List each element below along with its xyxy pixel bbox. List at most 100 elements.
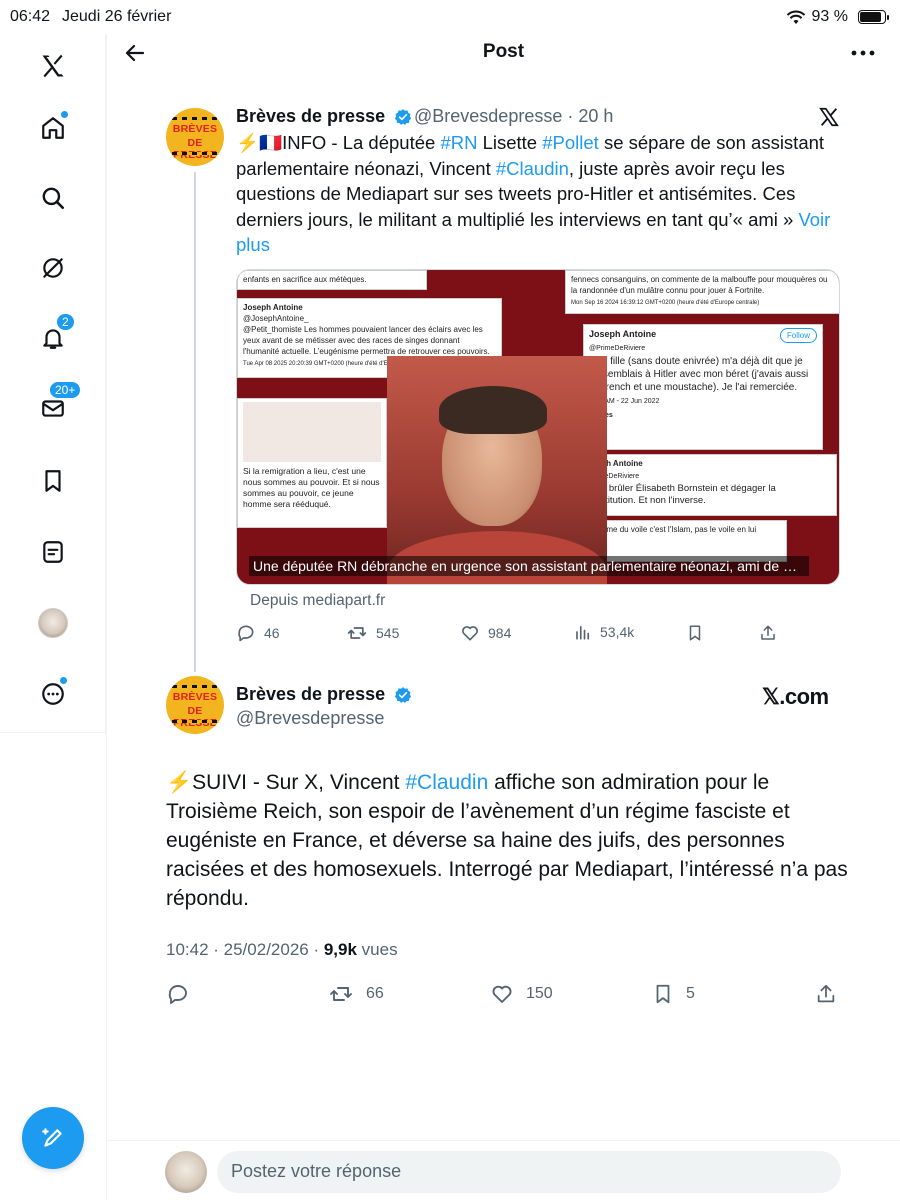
bookmark-action[interactable]	[686, 623, 704, 643]
list-icon	[43, 541, 63, 563]
repost-count: 66	[366, 985, 384, 1002]
reply-input[interactable]: Postez votre réponse	[217, 1151, 841, 1193]
reply-composer: Postez votre réponse	[107, 1140, 900, 1200]
logo-stripe	[166, 117, 224, 120]
logo-text-bottom: DE PRESSE	[173, 137, 217, 161]
logo-text-top: BRÈVES	[172, 691, 218, 703]
author-name-text: Brèves de presse	[236, 684, 386, 704]
text-segment: ⚡🇫🇷INFO - La députée	[236, 132, 441, 153]
link-source[interactable]: Depuis mediapart.fr	[250, 592, 385, 610]
views-count: 53,4k	[600, 624, 635, 640]
share-icon	[817, 984, 835, 1003]
bookmark-count: 5	[686, 985, 695, 1002]
x-platform-icon	[818, 106, 840, 133]
screenshot-text: @Petit_thomiste Les hommes pouvaient lan…	[243, 325, 490, 356]
logo-text-bottom: DE PRESSE	[173, 705, 217, 729]
author-name[interactable]: Brèves de presse	[236, 106, 412, 127]
sidebar-nav: 2 20+	[0, 34, 106, 734]
messages-badge: 20+	[48, 380, 83, 400]
reply-icon	[168, 985, 187, 1004]
like-action[interactable]: 984	[460, 623, 511, 643]
bookmark-icon	[45, 470, 61, 492]
logo-text-top: BRÈVES	[172, 123, 218, 135]
main-share-action[interactable]	[815, 982, 837, 1006]
link-preview-card[interactable]: enfants en sacrifice aux métèques. Josep…	[236, 269, 840, 585]
sidebar-item-profile[interactable]	[35, 605, 71, 641]
text-segment: ⚡SUIVI - Sur X, Vincent	[166, 771, 406, 794]
repost-action[interactable]: 545	[346, 623, 399, 643]
screenshot-follow: Follow	[779, 328, 817, 343]
main-author-name[interactable]: Brèves de presse	[236, 684, 412, 705]
screenshot-text: Il faut brûler Élisabeth Bornstein et dé…	[583, 483, 776, 506]
hashtag-link[interactable]: #Claudin	[496, 158, 569, 179]
search-icon	[42, 187, 65, 210]
status-bar: 06:42 Jeudi 26 février 93 %	[0, 0, 900, 34]
share-icon	[761, 625, 775, 640]
share-action[interactable]	[759, 623, 777, 643]
compose-post-button[interactable]	[22, 1107, 84, 1169]
main-reply-action[interactable]	[166, 982, 190, 1006]
photo-hair	[439, 386, 547, 434]
verified-badge-icon	[395, 109, 412, 126]
screenshot-text: Une fille (sans doute enivrée) m'a déjà …	[589, 356, 809, 393]
sidebar-item-search[interactable]	[35, 180, 71, 216]
logo-stripe	[166, 685, 224, 688]
author-avatar[interactable]: BRÈVES DE PRESSE	[166, 108, 224, 166]
author-handle-time: @Brevesdepresse · 20 h	[414, 106, 614, 126]
post-views-count: 9,9k	[323, 940, 357, 959]
sidebar-divider	[0, 732, 106, 733]
hashtag-link[interactable]: #Pollet	[542, 132, 599, 153]
hashtag-link[interactable]: #Claudin	[405, 771, 488, 794]
verified-badge-icon	[395, 687, 412, 704]
sidebar-item-grok[interactable]	[35, 250, 71, 286]
sidebar-item-more[interactable]	[35, 676, 71, 712]
main-repost-action[interactable]: 66	[328, 982, 384, 1006]
logo-stripe	[166, 152, 224, 155]
portrait-photo	[387, 356, 607, 584]
sidebar-item-lists[interactable]	[35, 534, 71, 570]
status-time: 06:42	[10, 8, 51, 25]
thread-connector	[194, 172, 196, 672]
heart-icon	[492, 985, 512, 1003]
post-meta: 10:42 · 25/02/2026 · 9,9k vues	[166, 940, 398, 960]
screenshot-tweet: Joseph Antoine Follow @PrimeDeRiviere Un…	[583, 324, 823, 450]
home-icon	[42, 117, 64, 139]
sidebar-item-notifications[interactable]: 2	[35, 312, 76, 356]
repost-icon	[347, 627, 367, 639]
like-count: 984	[488, 625, 512, 641]
screenshot-tweet: Si la remigration a lieu, c'est une nous…	[237, 398, 387, 528]
more-options-button[interactable]	[848, 39, 878, 67]
bookmark-icon	[689, 625, 701, 641]
battery-fill	[860, 12, 881, 22]
post-header: Post	[107, 34, 900, 86]
sidebar-item-messages[interactable]: 20+	[35, 380, 83, 426]
screenshot-handle: @PrimeDeRiviere	[589, 345, 646, 352]
screenshot-text: Si la remigration a lieu, c'est une nous…	[243, 466, 380, 509]
hashtag-link[interactable]: #RN	[440, 132, 477, 153]
status-date: Jeudi 26 février	[62, 8, 172, 25]
notifications-badge: 2	[55, 312, 76, 332]
sidebar-item-home[interactable]	[35, 110, 71, 146]
x-brand-label: 𝕏.com	[762, 684, 829, 709]
post-views-label: vues	[356, 940, 398, 959]
reply-action[interactable]: 46	[236, 623, 280, 643]
screenshot-fragment: enfants en sacrifice aux métèques.	[237, 270, 427, 290]
link-card-title: Une députée RN débranche en urgence son …	[249, 556, 809, 576]
sidebar-item-bookmarks[interactable]	[35, 463, 71, 499]
main-author-avatar[interactable]: BRÈVES DE PRESSE	[166, 676, 224, 734]
repost-count: 545	[376, 625, 400, 641]
x-logo-icon[interactable]	[35, 48, 71, 84]
like-count: 150	[526, 985, 553, 1002]
screenshot-name: Joseph Antoine	[589, 329, 657, 339]
heart-icon	[462, 626, 478, 641]
author-name-text: Brèves de presse	[236, 106, 386, 126]
post-text: ⚡🇫🇷INFO - La députée #RN Lisette #Pollet…	[236, 130, 842, 258]
home-notification-dot	[60, 110, 69, 119]
main-bookmark-action[interactable]: 5	[652, 982, 695, 1006]
views-action[interactable]: 53,4k	[574, 623, 634, 641]
screenshot-text: enfants en sacrifice aux métèques.	[243, 275, 367, 284]
grok-icon	[43, 258, 63, 278]
screenshot-name: Joseph Antoine	[243, 303, 303, 312]
main-like-action[interactable]: 150	[490, 982, 553, 1006]
wifi-icon	[786, 10, 805, 24]
